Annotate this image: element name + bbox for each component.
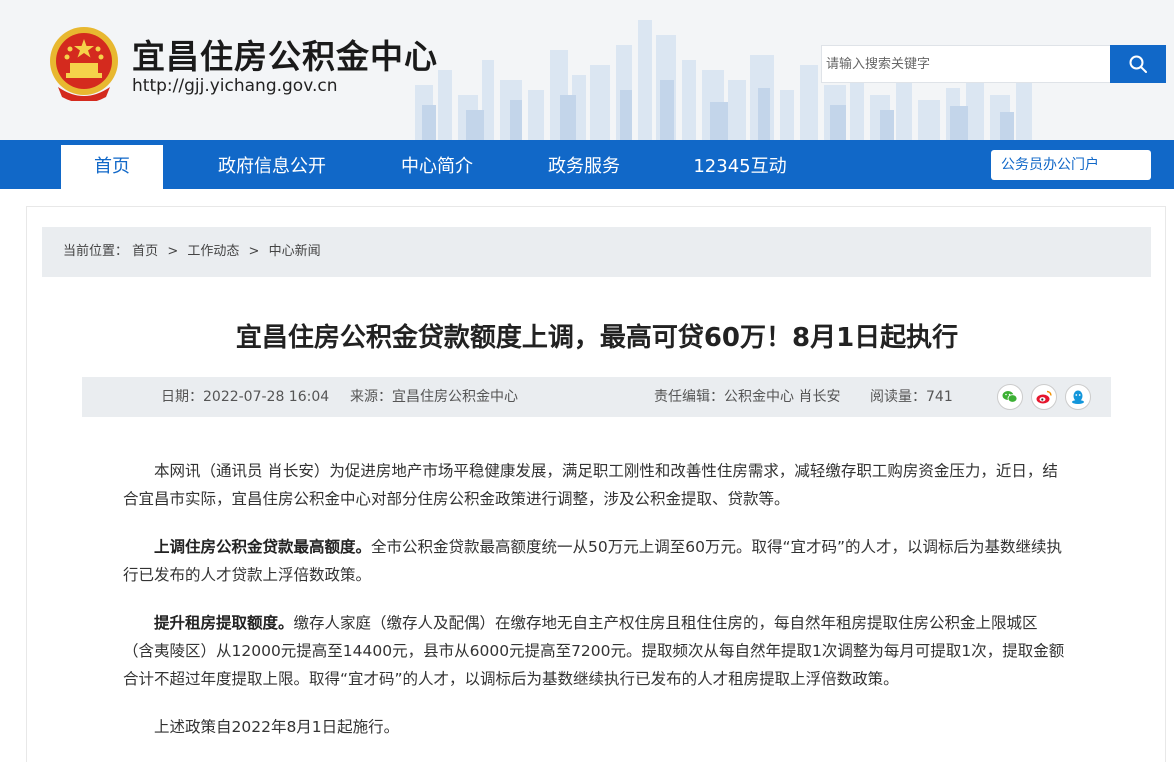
site-title: 宜昌住房公积金中心 xyxy=(132,37,438,76)
nav-item-about[interactable]: 中心简介 xyxy=(385,145,489,189)
breadcrumb-separator: > xyxy=(167,244,179,259)
qq-icon xyxy=(1072,390,1084,404)
site-header: 宜昌住房公积金中心 http://gjj.yichang.gov.cn xyxy=(0,0,1174,140)
breadcrumb-work-news[interactable]: 工作动态 xyxy=(187,244,239,259)
breadcrumb-prefix: 当前位置： xyxy=(63,244,129,259)
article-date: 日期：2022-07-28 16:04 xyxy=(161,389,330,405)
article-body: 本网讯（通讯员 肖长安）为促进房地产市场平稳健康发展，满足职工刚性和改善性住房需… xyxy=(123,457,1067,761)
article-editor: 责任编辑：公积金中心 肖长安 xyxy=(654,389,841,405)
search-icon xyxy=(1129,55,1147,73)
breadcrumb-home[interactable]: 首页 xyxy=(132,244,158,259)
article-paragraph: 上调住房公积金贷款最高额度。全市公积金贷款最高额度统一从50万元上调至60万元。… xyxy=(123,538,1063,584)
breadcrumb-separator: > xyxy=(248,244,260,259)
article-meta: 日期：2022-07-28 16:04 来源：宜昌住房公积金中心 责任编辑：公积… xyxy=(82,377,1111,417)
breadcrumb: 当前位置： 首页 > 工作动态 > 中心新闻 xyxy=(42,227,1151,277)
nav-item-gov-info[interactable]: 政府信息公开 xyxy=(200,145,344,189)
search-box xyxy=(821,45,1166,83)
nav-item-12345[interactable]: 12345互动 xyxy=(680,145,800,189)
share-weibo-button[interactable] xyxy=(1031,384,1057,410)
content-panel: 当前位置： 首页 > 工作动态 > 中心新闻 宜昌住房公积金贷款额度上调，最高可… xyxy=(26,206,1166,762)
article-paragraph: 上述政策自2022年8月1日起施行。 xyxy=(154,718,400,736)
article-paragraph: 本网讯（通讯员 肖长安）为促进房地产市场平稳健康发展，满足职工刚性和改善性住房需… xyxy=(123,462,1058,508)
national-emblem-logo xyxy=(50,27,118,101)
share-qq-button[interactable] xyxy=(1065,384,1091,410)
search-input[interactable] xyxy=(822,46,1111,82)
search-button[interactable] xyxy=(1110,45,1166,83)
article-title: 宜昌住房公积金贷款额度上调，最高可贷60万！8月1日起执行 xyxy=(235,323,959,353)
article-paragraph: 提升租房提取额度。缴存人家庭（缴存人及配偶）在缴存地无自主产权住房且租住住房的，… xyxy=(123,614,1065,688)
site-url[interactable]: http://gjj.yichang.gov.cn xyxy=(132,76,337,96)
main-nav: 首页 政府信息公开 中心简介 政务服务 12345互动 公务员办公门户 xyxy=(0,140,1174,189)
official-portal-button[interactable]: 公务员办公门户 xyxy=(991,150,1151,180)
article-views: 阅读量：741 xyxy=(870,389,953,405)
breadcrumb-center-news[interactable]: 中心新闻 xyxy=(269,244,321,259)
nav-item-home[interactable]: 首页 xyxy=(61,145,163,189)
wechat-icon xyxy=(1002,391,1018,403)
share-wechat-button[interactable] xyxy=(997,384,1023,410)
article-source: 来源：宜昌住房公积金中心 xyxy=(350,389,518,405)
weibo-icon xyxy=(1036,390,1052,404)
nav-item-services[interactable]: 政务服务 xyxy=(532,145,636,189)
